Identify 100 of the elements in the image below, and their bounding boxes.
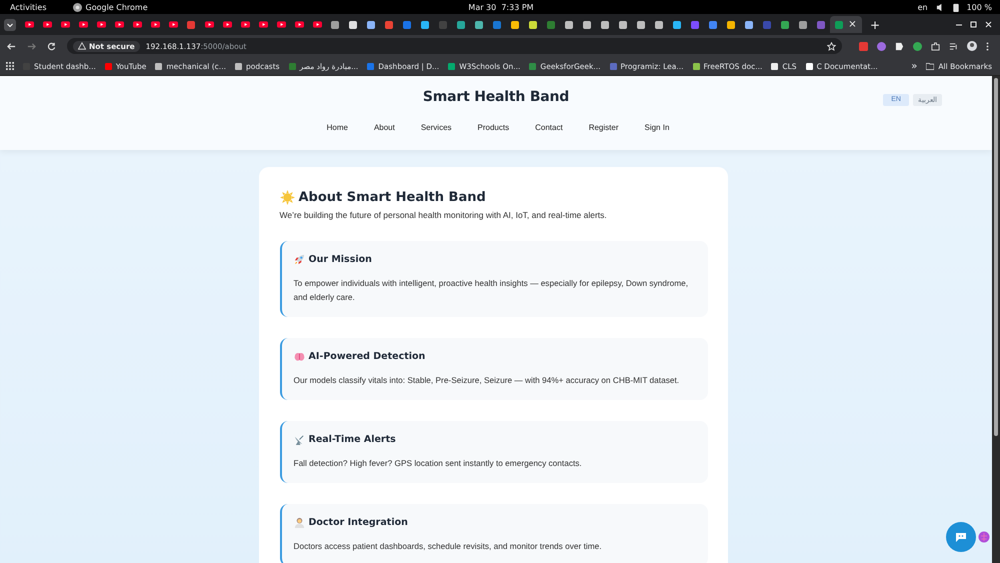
nav-link[interactable]: Home bbox=[326, 123, 348, 132]
play-icon bbox=[294, 21, 304, 28]
section-text: Fall detection? High fever? GPS location sent instantly to emergency contacts. bbox=[294, 457, 583, 470]
play-icon bbox=[150, 21, 160, 28]
favicon-icon bbox=[781, 20, 789, 28]
warning-icon bbox=[78, 42, 86, 50]
satellite-dish-icon bbox=[294, 434, 304, 445]
play-icon bbox=[78, 21, 88, 28]
favicon-icon bbox=[155, 62, 162, 70]
favicon-icon bbox=[439, 20, 447, 28]
star-icon[interactable] bbox=[827, 42, 836, 50]
play-icon bbox=[222, 21, 232, 28]
browser-tab[interactable]: × bbox=[830, 16, 862, 33]
chat-button[interactable] bbox=[946, 522, 976, 552]
section-title: AI-Powered Detection bbox=[308, 351, 426, 362]
profile-icon[interactable] bbox=[967, 41, 977, 51]
favicon-icon bbox=[655, 20, 663, 28]
nav-link[interactable]: Register bbox=[588, 123, 618, 132]
favicon-icon bbox=[367, 20, 375, 28]
sun-icon bbox=[280, 190, 294, 205]
favicon-icon bbox=[421, 20, 429, 28]
app-name: Google Chrome bbox=[86, 2, 148, 12]
favicon-icon bbox=[583, 20, 591, 28]
favicon-icon bbox=[745, 20, 753, 28]
battery-percent: 100 % bbox=[966, 2, 992, 12]
play-icon bbox=[204, 21, 214, 28]
site-title: Smart Health Band bbox=[422, 89, 570, 105]
section-text: Our models classify vitals into: Stable, Pre-Seizure, Seizure — with 94%+ accuracy on CHB-MIT dataset. bbox=[294, 374, 680, 387]
back-icon[interactable] bbox=[7, 42, 16, 50]
forward-icon[interactable] bbox=[27, 42, 36, 50]
favicon-icon bbox=[817, 20, 825, 28]
favicon-icon bbox=[529, 20, 537, 28]
play-icon bbox=[24, 21, 34, 28]
nav-link[interactable]: Contact bbox=[535, 123, 563, 132]
favicon-icon bbox=[331, 20, 339, 28]
intro-text: We’re building the future of personal health monitoring with AI, IoT, and real-time alerts. bbox=[280, 210, 608, 220]
play-icon bbox=[96, 21, 106, 28]
folder-icon bbox=[926, 62, 934, 70]
rocket-icon bbox=[294, 254, 304, 265]
section-text: Doctors access patient dashboards, schedule revisits, and monitor trends over time. bbox=[294, 540, 603, 553]
window-controls-icon[interactable] bbox=[956, 20, 992, 28]
favicon-icon bbox=[475, 20, 483, 28]
favicon-icon bbox=[673, 20, 681, 28]
nav-link[interactable]: Products bbox=[478, 123, 510, 132]
favicon-icon bbox=[367, 62, 374, 70]
favicon-icon bbox=[547, 20, 555, 28]
favicon-icon bbox=[403, 20, 411, 28]
person-icon bbox=[294, 517, 304, 528]
favicon-icon bbox=[493, 20, 501, 28]
favicon-icon bbox=[709, 20, 717, 28]
menu-icon[interactable] bbox=[986, 42, 989, 50]
tab-search-icon[interactable] bbox=[4, 18, 16, 30]
favicon-icon bbox=[806, 62, 813, 70]
new-tab-button[interactable]: + bbox=[870, 18, 880, 32]
play-icon bbox=[168, 21, 178, 28]
battery-icon[interactable] bbox=[952, 2, 959, 12]
nav-link[interactable]: About bbox=[374, 123, 395, 132]
favicon-icon bbox=[288, 62, 296, 70]
clock[interactable]: Mar 30 7:33 PM bbox=[468, 2, 534, 12]
play-icon bbox=[258, 21, 268, 28]
chrome-icon bbox=[72, 2, 82, 12]
play-icon bbox=[276, 21, 286, 28]
favicon-icon bbox=[385, 20, 393, 28]
section-text: To empower individuals with intelligent, proactive health insights — especially for epilepsy, Down syndrome, and elderly care. bbox=[294, 277, 690, 304]
chat-bubble-icon bbox=[955, 532, 967, 542]
more-bookmarks-button[interactable]: » bbox=[911, 60, 918, 72]
nav-link[interactable]: Services bbox=[420, 123, 452, 132]
about-heading: About Smart Health Band bbox=[298, 190, 486, 205]
favicon-icon bbox=[601, 20, 609, 28]
favicon-icon bbox=[799, 20, 807, 28]
favicon-icon bbox=[565, 20, 573, 28]
favicon-icon bbox=[104, 62, 112, 70]
favicon-icon bbox=[349, 20, 357, 28]
favicon-icon bbox=[835, 20, 844, 28]
favicon-icon bbox=[187, 20, 195, 28]
puzzle-icon[interactable] bbox=[931, 42, 940, 50]
favicon-icon bbox=[610, 62, 617, 70]
media-icon[interactable] bbox=[949, 42, 958, 50]
favicon-icon bbox=[637, 20, 645, 28]
play-icon bbox=[60, 21, 70, 28]
play-icon bbox=[312, 21, 322, 28]
apps-icon[interactable] bbox=[6, 62, 14, 70]
language-indicator[interactable]: en bbox=[918, 2, 928, 12]
nav-link[interactable]: Sign In bbox=[644, 123, 670, 132]
reload-icon[interactable] bbox=[47, 42, 56, 50]
favicon-icon bbox=[691, 20, 699, 28]
favicon-icon bbox=[771, 62, 778, 70]
section-title: Real-Time Alerts bbox=[308, 434, 396, 445]
favicon-icon bbox=[619, 20, 627, 28]
favicon-icon bbox=[529, 62, 536, 70]
favicon-icon bbox=[727, 20, 735, 28]
favicon-icon bbox=[234, 62, 242, 70]
favicon-icon bbox=[457, 20, 465, 28]
section-title: Doctor Integration bbox=[308, 517, 408, 528]
activities-button[interactable]: Activities bbox=[10, 2, 46, 12]
scrollbar[interactable] bbox=[992, 76, 1000, 563]
section-title: Our Mission bbox=[308, 254, 372, 265]
favicon-icon bbox=[511, 20, 519, 28]
play-icon bbox=[132, 21, 142, 28]
play-icon bbox=[240, 21, 250, 28]
